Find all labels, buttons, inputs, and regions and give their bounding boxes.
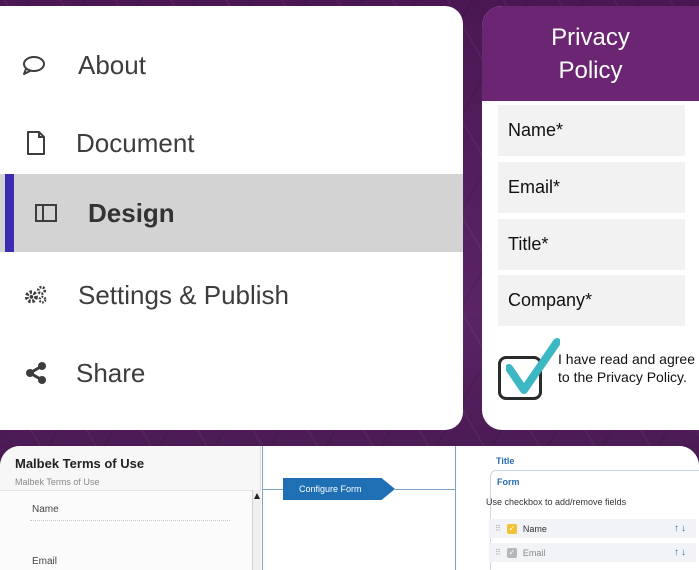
consent-row: I have read and agree to the Privacy Pol… [498, 338, 698, 426]
privacy-title-line1: Privacy [551, 23, 630, 51]
field-list-item[interactable]: ⠿ ✓ Name ↑↓ [489, 519, 696, 538]
nav-item-design[interactable]: Design [0, 174, 463, 252]
tab-form[interactable]: Form [497, 477, 520, 487]
connector-line [262, 489, 284, 490]
nav-item-label: About [78, 49, 146, 80]
form-hint: Use checkbox to add/remove fields [486, 497, 627, 507]
field-checkbox[interactable]: ✓ [506, 547, 517, 558]
document-subtitle: Malbek Terms of Use [15, 477, 100, 487]
document-icon [24, 131, 48, 155]
document-title: Malbek Terms of Use [15, 456, 145, 471]
navigation-panel: About Document Design Settings & Publish [0, 6, 463, 430]
email-field[interactable]: Email* [498, 162, 685, 213]
reorder-arrows-icon[interactable]: ↑↓ [674, 523, 688, 534]
form-tab-panel: Form Use checkbox to add/remove fields ⠿… [486, 470, 699, 570]
preview-field-name: Name [32, 504, 59, 515]
panel-title: Title [496, 456, 515, 466]
gears-icon [24, 283, 48, 307]
form-preview-area: Name Email [0, 490, 252, 570]
scrollbar[interactable] [252, 490, 261, 570]
field-underline [30, 520, 230, 521]
form-builder-preview: Malbek Terms of Use Malbek Terms of Use … [0, 446, 699, 570]
connector-line [455, 446, 456, 570]
columns-icon [34, 201, 58, 225]
comment-icon [22, 53, 46, 77]
nav-item-label: Share [76, 357, 146, 388]
drag-handle-icon[interactable]: ⠿ [495, 548, 501, 557]
nav-item-label: Settings & Publish [78, 279, 290, 310]
connector-line [262, 446, 263, 570]
form-config-panel: Title Form Use checkbox to add/remove fi… [484, 446, 699, 570]
field-label: Email [522, 547, 546, 558]
active-indicator [5, 174, 14, 252]
drag-handle-icon[interactable]: ⠿ [495, 524, 501, 533]
scroll-up-arrow-icon[interactable] [254, 493, 260, 499]
field-label: Name [522, 523, 547, 534]
nav-item-label: Design [88, 197, 175, 228]
reorder-arrows-icon[interactable]: ↑↓ [674, 547, 688, 558]
privacy-form-panel: Privacy Policy Name* Email* Title* Compa… [482, 6, 699, 430]
nav-item-about[interactable]: About [0, 26, 463, 104]
document-panel: Malbek Terms of Use Malbek Terms of Use … [0, 446, 261, 570]
nav-item-document[interactable]: Document [0, 104, 463, 182]
nav-item-share[interactable]: Share [0, 334, 463, 412]
privacy-header: Privacy Policy [482, 6, 699, 101]
field-list-item[interactable]: ⠿ ✓ Email ↑↓ [489, 543, 696, 562]
nav-item-label: Document [76, 127, 195, 158]
preview-field-email: Email [32, 556, 58, 567]
title-field[interactable]: Title* [498, 219, 685, 270]
privacy-title-line2: Policy [558, 56, 623, 84]
field-checkbox[interactable]: ✓ [506, 523, 517, 534]
consent-text: I have read and agree to the Privacy Pol… [558, 351, 695, 385]
nav-item-settings-publish[interactable]: Settings & Publish [0, 256, 463, 334]
name-field[interactable]: Name* [498, 105, 685, 156]
share-icon [24, 361, 48, 385]
connector-line [395, 489, 455, 490]
company-field[interactable]: Company* [498, 275, 685, 326]
check-icon [506, 338, 560, 394]
configure-form-button[interactable]: Configure Form [283, 478, 395, 500]
